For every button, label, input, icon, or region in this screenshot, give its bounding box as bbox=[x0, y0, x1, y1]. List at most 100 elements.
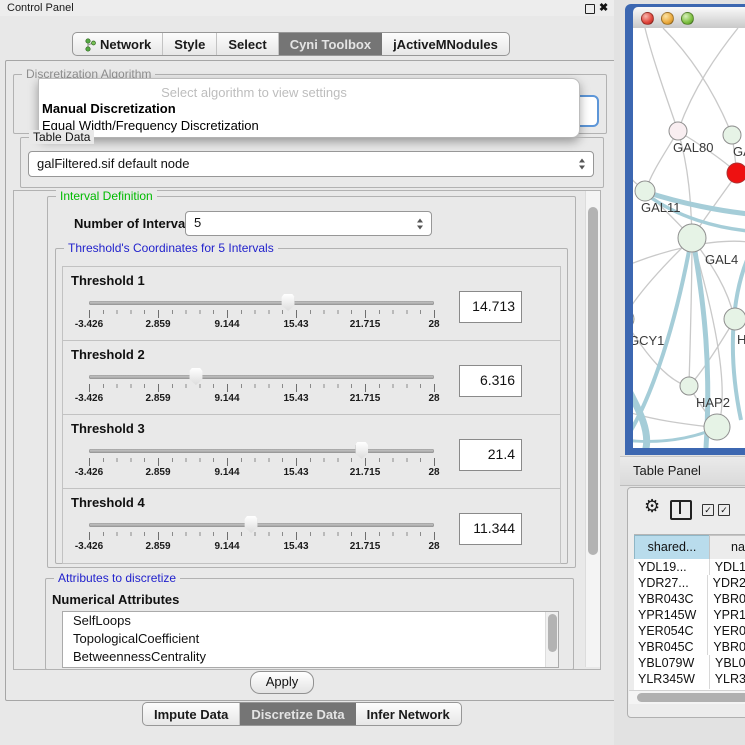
threshold-3-value[interactable]: 21.4 bbox=[459, 439, 522, 471]
screen: Control Panel ✖ Network Style Select Cyn… bbox=[0, 0, 745, 745]
option-manual-discretization[interactable]: Manual Discretization bbox=[42, 101, 176, 116]
node[interactable] bbox=[723, 126, 741, 144]
panel-title: Control Panel bbox=[7, 2, 74, 14]
tab-label: Network bbox=[100, 37, 151, 52]
threshold-2-slider[interactable]: -3.426 2.859 9.144 15.43 21.715 28 bbox=[89, 367, 434, 403]
slider-track[interactable] bbox=[89, 523, 434, 527]
dropdown-prompt: Select algorithm to view settings bbox=[39, 85, 469, 100]
group-label: Threshold's Coordinates for 5 Intervals bbox=[64, 241, 278, 255]
table-row[interactable]: YER054CYER0 bbox=[634, 623, 745, 639]
group-label: Interval Definition bbox=[56, 189, 157, 203]
slider-thumb[interactable] bbox=[189, 368, 202, 385]
threshold-4-value[interactable]: 11.344 bbox=[459, 513, 522, 545]
node-gcy1[interactable] bbox=[633, 309, 634, 329]
threshold-label: Threshold 2 bbox=[71, 347, 145, 362]
node-label: H bbox=[737, 332, 745, 347]
table-panel: ⚙ ✓ ✓ shared... na YDL19...YDL1 YDR27...… bbox=[627, 487, 745, 718]
table-row[interactable]: YLR345WYLR3 bbox=[634, 671, 745, 687]
node-gal11[interactable] bbox=[635, 181, 655, 201]
network-window-titlebar[interactable] bbox=[633, 7, 745, 29]
scrollbar-thumb[interactable] bbox=[588, 207, 598, 555]
table-row[interactable]: YIL052CYIL0 bbox=[634, 687, 745, 689]
slider-thumb[interactable] bbox=[355, 442, 368, 459]
node-label: GAL4 bbox=[705, 252, 738, 267]
gear-icon[interactable]: ⚙ bbox=[644, 497, 660, 515]
list-scrollbar[interactable] bbox=[545, 612, 558, 667]
group-label: Table Data bbox=[29, 130, 94, 144]
network-icon bbox=[84, 38, 96, 52]
threshold-3-panel: Threshold 3 -3.426 2.859 9.144 15.43 21.… bbox=[62, 414, 561, 490]
tab-impute-data[interactable]: Impute Data bbox=[143, 703, 240, 725]
table-row[interactable]: YBR045CYBR0 bbox=[634, 639, 745, 655]
zoom-traffic-light[interactable] bbox=[681, 12, 694, 25]
threshold-2-value[interactable]: 6.316 bbox=[459, 365, 522, 397]
checkbox-icon[interactable]: ✓ bbox=[718, 504, 730, 516]
column-header-shared-name[interactable]: shared... bbox=[634, 535, 710, 560]
close-icon[interactable]: ✖ bbox=[599, 1, 608, 14]
horizontal-scrollbar[interactable] bbox=[629, 690, 745, 704]
network-canvas[interactable]: GAL80 GAL11 GAL4 GCY1 HAP2 GA H bbox=[633, 28, 745, 448]
group-label: Attributes to discretize bbox=[54, 571, 180, 585]
bottom-tab-bar: Impute Data Discretize Data Infer Networ… bbox=[142, 702, 462, 726]
node-gal4[interactable] bbox=[678, 224, 706, 252]
tab-cyni-toolbox[interactable]: Cyni Toolbox bbox=[279, 33, 382, 55]
tab-style[interactable]: Style bbox=[163, 33, 217, 55]
slider-track[interactable] bbox=[89, 449, 434, 453]
node[interactable] bbox=[704, 414, 730, 440]
table-row[interactable]: YDR27...YDR2 bbox=[634, 575, 745, 591]
node-label: GAL80 bbox=[673, 140, 713, 155]
tab-network[interactable]: Network bbox=[73, 33, 163, 55]
node-label: HAP2 bbox=[696, 395, 730, 410]
tab-jactivemnodules[interactable]: jActiveMNodules bbox=[382, 33, 509, 55]
node-label: GAL11 bbox=[641, 200, 681, 215]
node-selected-red[interactable] bbox=[727, 163, 745, 183]
threshold-4-slider[interactable]: -3.426 2.859 9.144 15.43 21.715 28 bbox=[89, 515, 434, 551]
threshold-label: Threshold 1 bbox=[71, 273, 145, 288]
numerical-attributes-list[interactable]: SelfLoops TopologicalCoefficient Between… bbox=[62, 611, 559, 668]
algorithm-dropdown-popup: Select algorithm to view settings Manual… bbox=[38, 78, 580, 138]
node-table: shared... na YDL19...YDL1 YDR27...YDR2 Y… bbox=[634, 534, 745, 691]
threshold-2-panel: Threshold 2 -3.426 2.859 9.144 15.43 21.… bbox=[62, 340, 561, 416]
list-item[interactable]: BetweennessCentrality bbox=[63, 648, 558, 666]
combo-stepper-icon bbox=[579, 159, 586, 170]
vertical-scrollbar[interactable] bbox=[585, 191, 600, 667]
minimize-traffic-light[interactable] bbox=[661, 12, 674, 25]
tab-infer-network[interactable]: Infer Network bbox=[356, 703, 461, 725]
table-row[interactable]: YPR145WYPR1 bbox=[634, 607, 745, 623]
slider-thumb[interactable] bbox=[282, 294, 295, 311]
table-data-combobox[interactable]: galFiltered.sif default node bbox=[28, 151, 594, 177]
combo-stepper-icon bbox=[417, 218, 424, 229]
scrollbar-thumb[interactable] bbox=[548, 614, 557, 652]
list-item[interactable]: TopologicalCoefficient bbox=[63, 630, 558, 648]
apply-button[interactable]: Apply bbox=[250, 671, 314, 694]
checkbox-icon[interactable]: ✓ bbox=[702, 504, 714, 516]
node-gal80[interactable] bbox=[669, 122, 687, 140]
slider-track[interactable] bbox=[89, 375, 434, 379]
columns-icon[interactable] bbox=[670, 500, 692, 520]
threshold-1-slider[interactable]: -3.426 2.859 9.144 15.43 21.715 28 bbox=[89, 293, 434, 329]
threshold-3-slider[interactable]: -3.426 2.859 9.144 15.43 21.715 28 bbox=[89, 441, 434, 477]
control-panel-titlebar: Control Panel ✖ bbox=[0, 0, 620, 16]
table-row[interactable]: YBL079WYBL0 bbox=[634, 655, 745, 671]
float-window-icon[interactable] bbox=[585, 4, 595, 14]
tab-discretize-data[interactable]: Discretize Data bbox=[240, 703, 355, 725]
table-row[interactable]: YBR043CYBR0 bbox=[634, 591, 745, 607]
top-tab-bar: Network Style Select Cyni Toolbox jActiv… bbox=[72, 32, 510, 56]
table-row[interactable]: YDL19...YDL1 bbox=[634, 559, 745, 575]
close-traffic-light[interactable] bbox=[641, 12, 654, 25]
list-item[interactable]: SelfLoops bbox=[63, 612, 558, 630]
column-header-name[interactable]: na bbox=[709, 535, 745, 560]
num-intervals-combobox[interactable]: 5 bbox=[185, 211, 432, 236]
tab-select[interactable]: Select bbox=[217, 33, 278, 55]
node-label: GA bbox=[733, 144, 745, 159]
threshold-1-value[interactable]: 14.713 bbox=[459, 291, 522, 323]
num-intervals-label: Number of Intervals bbox=[74, 216, 196, 231]
slider-track[interactable] bbox=[89, 301, 434, 305]
network-view-window: GAL80 GAL11 GAL4 GCY1 HAP2 GA H bbox=[625, 4, 745, 455]
numerical-attributes-label: Numerical Attributes bbox=[52, 592, 179, 607]
node-hap2[interactable] bbox=[680, 377, 698, 395]
node[interactable] bbox=[724, 308, 745, 330]
slider-thumb[interactable] bbox=[245, 516, 258, 533]
scrollbar-thumb[interactable] bbox=[637, 693, 745, 702]
threshold-4-panel: Threshold 4 -3.426 2.859 9.144 15.43 21.… bbox=[62, 488, 561, 564]
